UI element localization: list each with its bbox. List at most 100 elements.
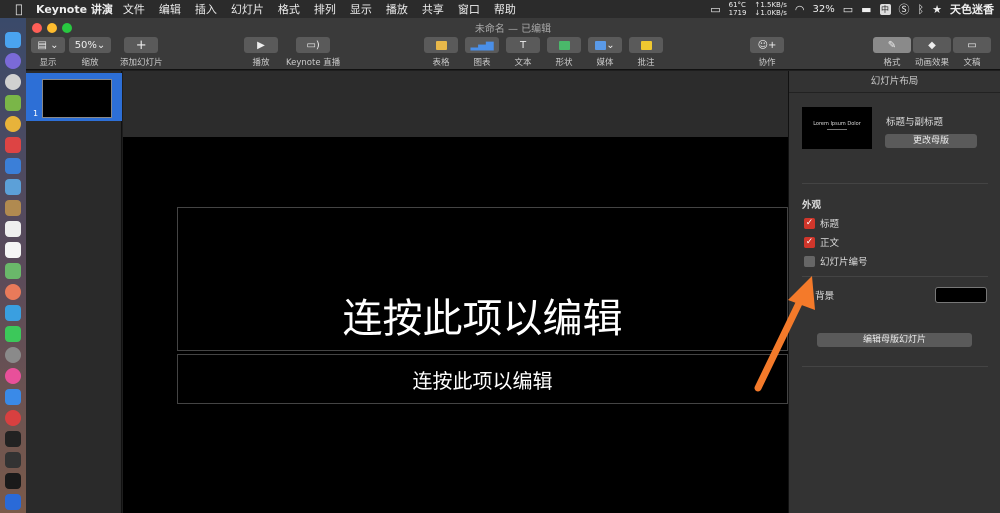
preview-icon[interactable] xyxy=(5,179,21,195)
title-checkbox[interactable]: ✓ xyxy=(804,217,815,229)
play-button[interactable]: ▶ xyxy=(244,37,278,53)
menu-share[interactable]: 共享 xyxy=(422,1,444,17)
keynote-live-button[interactable]: ▭) xyxy=(296,37,331,53)
body-checkbox[interactable]: ✓ xyxy=(804,236,815,248)
bluetooth-icon[interactable]: ᛒ xyxy=(918,3,925,16)
table-tool[interactable]: 表格 xyxy=(424,37,458,68)
add-slide-button[interactable]: + xyxy=(124,37,159,53)
add-slide-tool[interactable]: + 添加幻灯片 xyxy=(120,37,163,68)
safari-icon[interactable] xyxy=(5,74,21,90)
menu-format[interactable]: 格式 xyxy=(278,1,300,17)
keynote-live-tool[interactable]: ▭) Keynote 直播 xyxy=(286,37,340,68)
network-speed[interactable]: ↑1.5KB/s ↓1.0KB/s xyxy=(754,1,786,17)
notes-app-icon[interactable] xyxy=(5,200,21,216)
sogou-icon[interactable]: Ⓢ xyxy=(899,1,910,17)
battery-icon[interactable]: ▭ xyxy=(843,3,853,16)
view-button[interactable]: ▤ ⌄ xyxy=(31,37,65,53)
reminders-icon[interactable] xyxy=(5,242,21,258)
calendar-app-icon[interactable] xyxy=(5,137,21,153)
menu-file[interactable]: 文件 xyxy=(123,1,145,17)
finder-icon[interactable] xyxy=(5,32,21,48)
terminal-icon[interactable] xyxy=(5,431,21,447)
slide-thumbnail[interactable] xyxy=(42,79,112,118)
checkbox-title-row[interactable]: ✓ 标题 xyxy=(804,216,839,230)
background-color-well[interactable] xyxy=(935,287,987,303)
menu-insert[interactable]: 插入 xyxy=(195,1,217,17)
play-tool[interactable]: ▶ 播放 xyxy=(244,37,278,68)
slide-number-checkbox[interactable] xyxy=(804,255,815,267)
menu-help[interactable]: 帮助 xyxy=(494,1,516,17)
media-tool[interactable]: ⌄ 媒体 xyxy=(588,37,622,68)
disclosure-triangle-icon[interactable]: ▶ xyxy=(803,291,809,300)
change-master-button[interactable]: 更改母版 xyxy=(885,134,977,148)
input-method-icon[interactable]: 中 xyxy=(879,3,891,15)
activity-monitor-icon[interactable] xyxy=(5,452,21,468)
wifi-icon[interactable]: ◠ xyxy=(795,3,805,16)
app-menu[interactable]: Keynote 讲演 xyxy=(36,1,113,17)
console-icon[interactable] xyxy=(5,473,21,489)
checkbox-slide-number-row[interactable]: 幻灯片编号 xyxy=(804,254,868,268)
layout-thumbnail[interactable]: Lorem Ipsum Dolor xyxy=(802,107,872,149)
inspector-header: 幻灯片布局 xyxy=(789,71,1000,93)
chart-button[interactable]: ▂▄▆ xyxy=(465,37,499,53)
user-name[interactable]: 天色迷香 xyxy=(950,1,994,17)
text-button[interactable]: T xyxy=(506,37,540,53)
menu-play[interactable]: 播放 xyxy=(386,1,408,17)
menu-edit[interactable]: 编辑 xyxy=(159,1,181,17)
animate-button[interactable]: ◆ xyxy=(913,37,951,53)
menu-slide[interactable]: 幻灯片 xyxy=(231,1,264,17)
media-button[interactable]: ⌄ xyxy=(588,37,622,53)
document-button[interactable]: ▭ xyxy=(953,37,991,53)
collaborate-tool[interactable]: ☺+ 协作 xyxy=(750,37,784,68)
facetime-icon[interactable] xyxy=(5,326,21,342)
system-monitor[interactable]: 61°C 1719 xyxy=(729,1,747,17)
format-button[interactable]: ✎ xyxy=(873,37,911,53)
android-icon[interactable] xyxy=(5,95,21,111)
text-tool[interactable]: T 文本 xyxy=(506,37,540,68)
messages-icon[interactable] xyxy=(5,305,21,321)
chart-tool[interactable]: ▂▄▆ 图表 xyxy=(465,37,499,68)
vpn-icon[interactable] xyxy=(5,494,21,510)
format-tool[interactable]: ✎ 格式 xyxy=(873,37,911,68)
system-preferences-icon[interactable] xyxy=(5,347,21,363)
screen-mirror-icon[interactable]: ▭ xyxy=(710,3,720,16)
chrome-icon[interactable] xyxy=(5,116,21,132)
slide-thumbnail-selected[interactable]: 1 xyxy=(26,73,122,121)
display-icon[interactable]: ▬ xyxy=(861,3,871,16)
shape-button[interactable] xyxy=(547,37,581,53)
photos-icon[interactable] xyxy=(5,284,21,300)
app-store-icon[interactable] xyxy=(5,389,21,405)
menu-arrange[interactable]: 排列 xyxy=(314,1,336,17)
collaborate-button[interactable]: ☺+ xyxy=(750,37,784,53)
shape-tool[interactable]: 形状 xyxy=(547,37,581,68)
star-icon[interactable]: ★ xyxy=(932,3,942,16)
subtitle-placeholder[interactable]: 连按此项以编辑 xyxy=(177,354,788,404)
zoom-value: 50% xyxy=(74,39,97,51)
edit-master-slide-button[interactable]: 编辑母版幻灯片 xyxy=(817,333,972,347)
slide[interactable]: 连按此项以编辑 连按此项以编辑 xyxy=(123,137,788,513)
itunes-icon[interactable] xyxy=(5,368,21,384)
menu-window[interactable]: 窗口 xyxy=(458,1,480,17)
title-placeholder[interactable]: 连按此项以编辑 xyxy=(177,207,788,351)
calendar-icon[interactable] xyxy=(5,221,21,237)
background-disclosure[interactable]: ▶ 背景 xyxy=(803,288,834,303)
comment-tool[interactable]: 批注 xyxy=(629,37,663,68)
animate-label: 动画效果 xyxy=(914,58,949,68)
zoom-tool[interactable]: 50% ⌄ 缩放 xyxy=(69,37,111,68)
document-tool[interactable]: ▭ 文稿 xyxy=(953,37,991,68)
view-tool[interactable]: ▤ ⌄ 显示 xyxy=(31,37,65,68)
launchpad-icon[interactable] xyxy=(5,53,21,69)
zoom-select[interactable]: 50% ⌄ xyxy=(69,37,111,53)
animate-tool[interactable]: ◆ 动画效果 xyxy=(913,37,951,68)
divider xyxy=(802,276,988,277)
apple-menu-icon[interactable]:  xyxy=(8,2,30,16)
menu-view[interactable]: 显示 xyxy=(350,1,372,17)
comment-button[interactable] xyxy=(629,37,663,53)
text-label: 文本 xyxy=(514,58,532,68)
maps-icon[interactable] xyxy=(5,263,21,279)
xcode-icon[interactable] xyxy=(5,158,21,174)
vivaldi-icon[interactable] xyxy=(5,410,21,426)
checkbox-body-row[interactable]: ✓ 正文 xyxy=(804,235,839,249)
net-down: ↓1.0KB/s xyxy=(754,9,787,17)
table-button[interactable] xyxy=(424,37,458,53)
